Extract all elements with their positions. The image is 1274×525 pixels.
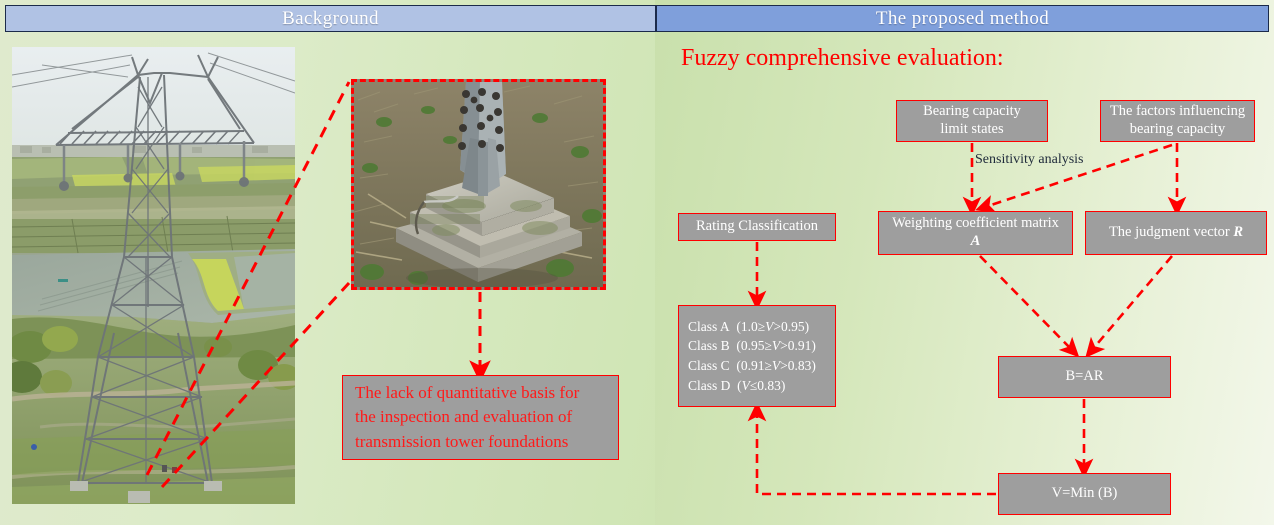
header-background-tab[interactable]: Background [5, 5, 656, 32]
class-row: Class B (0.95≥V>0.91) [688, 336, 816, 356]
v-equation-label: V=Min (B) [1051, 485, 1118, 502]
bearing-limit-line-2: limit states [940, 121, 1004, 137]
class-a-range-post: >0.95) [773, 318, 810, 334]
class-row: Class A (1.0≥V>0.95) [688, 317, 809, 337]
slide-root: Background The proposed method Fuzzy com… [0, 0, 1274, 525]
class-d-name: Class D [688, 377, 731, 393]
class-row: Class D (V≤0.83) [688, 376, 785, 396]
rating-classes-box: Class A (1.0≥V>0.95) Class B (0.95≥V>0.9… [678, 305, 836, 407]
judgment-symbol: R [1233, 224, 1244, 241]
class-row: Class C (0.91≥V>0.83) [688, 356, 816, 376]
header-proposed-method-tab[interactable]: The proposed method [656, 5, 1269, 32]
bearing-limit-line-1: Bearing capacity [923, 103, 1021, 120]
problem-line-2: the inspection and evaluation of [355, 407, 573, 427]
class-a-name: Class A [688, 318, 730, 334]
edge-label-sensitivity-analysis: Sensitivity analysis [975, 152, 1084, 167]
class-b-var: V [771, 338, 781, 354]
node-judgment-vector[interactable]: The judgment vector R [1085, 211, 1267, 255]
node-factors-influencing-bearing-capacity[interactable]: The factors influencing bearing capacity [1100, 100, 1255, 142]
node-rating-classification[interactable]: Rating Classification [678, 213, 836, 241]
header-background-label: Background [282, 7, 379, 29]
factors-line-2: bearing capacity [1129, 121, 1226, 137]
transmission-tower-photo [12, 47, 295, 504]
rating-label: Rating Classification [695, 218, 819, 235]
problem-line-1: The lack of quantitative basis for [355, 382, 580, 402]
node-b-equals-ar[interactable]: B=AR [998, 356, 1171, 398]
judgment-label: The judgment vector [1108, 224, 1234, 241]
node-v-equals-min-b[interactable]: V=Min (B) [998, 473, 1171, 515]
header-proposed-method-label: The proposed method [875, 7, 1050, 29]
class-a-range-pre: (1.0≥ [736, 318, 766, 334]
b-equation-label: B=AR [1065, 368, 1104, 385]
problem-line-3: transmission tower foundations [355, 431, 569, 451]
class-b-name: Class B [688, 338, 730, 354]
class-c-range-pre: (0.91≥ [736, 358, 772, 373]
background-panel-right [655, 0, 1274, 525]
section-title: Fuzzy comprehensive evaluation: [681, 45, 1004, 71]
node-weighting-coefficient-matrix[interactable]: Weighting coefficient matrix A [878, 211, 1073, 255]
weighting-symbol: A [970, 233, 981, 249]
weighting-line-1: Weighting coefficient matrix [892, 215, 1059, 232]
class-b-range-pre: (0.95≥ [736, 338, 772, 354]
foundation-detail-photo [351, 79, 606, 290]
node-bearing-capacity-limit-states[interactable]: Bearing capacity limit states [896, 100, 1048, 142]
class-c-name: Class C [688, 358, 730, 373]
class-d-range-post: ≤0.83) [749, 377, 786, 393]
class-c-var: V [771, 358, 781, 373]
factors-line-1: The factors influencing [1109, 103, 1246, 120]
problem-statement-box: The lack of quantitative basis for the i… [342, 375, 619, 460]
class-d-var: V [741, 377, 750, 393]
class-c-range-post: >0.83) [780, 358, 816, 373]
class-b-range-post: >0.91) [780, 338, 816, 354]
